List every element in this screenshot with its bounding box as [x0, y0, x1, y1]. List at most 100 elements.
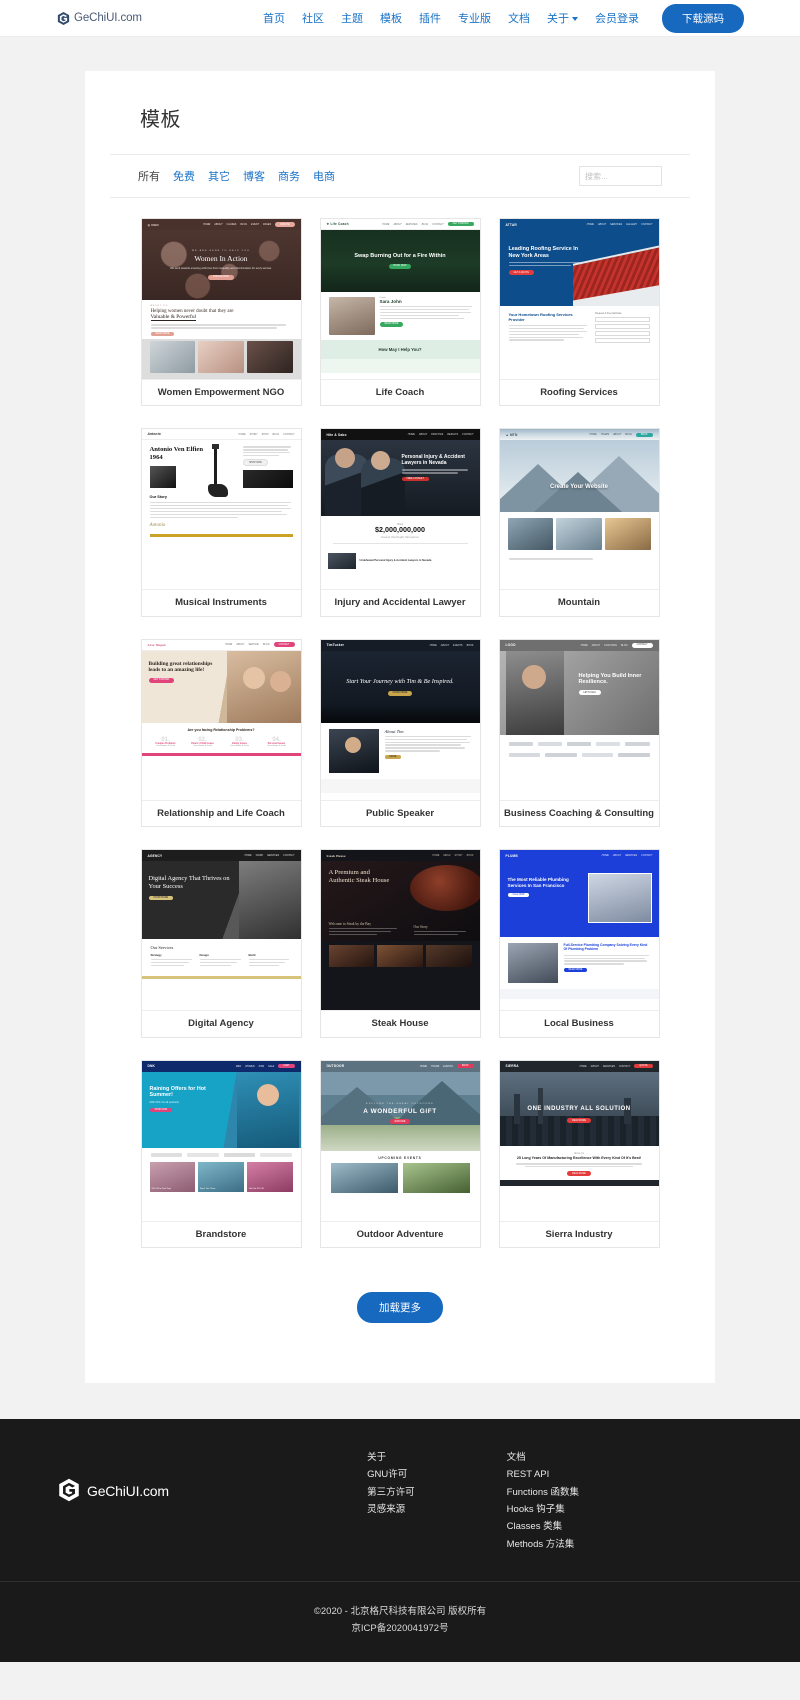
thumb-hero-title: Swap Burning Out for a Fire Within: [354, 253, 446, 260]
template-card[interactable]: PLUMB HOME ABOUT SERVICES CONTACT The Most …: [498, 849, 660, 1038]
load-more-button[interactable]: 加载更多: [357, 1291, 443, 1323]
filter-blog[interactable]: 博客: [243, 168, 265, 184]
template-thumbnail: Hite & Sabo HOME ABOUT PRACTICE RESULTS CONT…: [320, 429, 480, 590]
template-card[interactable]: Steak House HOME MENU STORY BOOK A Premium …: [319, 849, 481, 1038]
template-thumbnail: SIERRA HOME ABOUT SERVICES CONTACT QUOTE ON…: [499, 1060, 659, 1221]
template-thumbnail: ❋ Life Coach HOME ABOUT SERVICES BLOG CONTAC…: [320, 219, 480, 379]
thumb-logo: TimTucker: [326, 643, 345, 648]
template-title: Injury and Accidental Lawyer: [320, 589, 480, 616]
template-title: Outdoor Adventure: [320, 1220, 480, 1247]
thumb-card-label: Buy 1 Get 1 Free: [200, 1187, 216, 1190]
thumb-person-name: Sara John: [379, 299, 402, 304]
thumb-hero-cta: EXPLORE: [389, 1119, 411, 1124]
thumb-section-title: Our Services: [150, 945, 174, 951]
template-card[interactable]: ❋ Life Coach HOME ABOUT SERVICES BLOG CONTAC…: [319, 218, 481, 407]
template-title: Public Speaker: [320, 799, 480, 827]
template-card[interactable]: ▲ MTN HOME TOURS ABOUT BLOG BOOK Create You…: [498, 428, 660, 617]
template-card[interactable]: ◍ NGO HOME ABOUT CAUSES BLOG EVENT PAGES DONA…: [140, 218, 302, 407]
thumb-step-sub: Consultation & Guide: [230, 744, 249, 747]
nav-item-pro[interactable]: 专业版: [458, 10, 491, 26]
footer-logo[interactable]: GeChiUI.com: [56, 1452, 169, 1506]
template-card[interactable]: Hite & Sabo HOME ABOUT PRACTICE RESULTS CONT…: [319, 428, 481, 617]
site-header: GeChiUI.com 首页 社区 主题 模板 插件 专业版 文档 关于 会员登…: [0, 0, 800, 37]
footer-link-docs[interactable]: 文档: [507, 1452, 579, 1465]
template-thumbnail: ATTAR HOME ABOUT SERVICES GALLERY CONTACT Le…: [499, 219, 659, 379]
thumb-hero-cta: KNOW MORE: [148, 895, 174, 901]
template-card[interactable]: Antonio HOME STORY SHOP BLOG CONTACT Antonio…: [140, 428, 302, 617]
thumb-hero-title: Helping You Build Inner Resilience.: [578, 672, 642, 686]
template-card[interactable]: DNK MEN WOMEN KIDS SALE CART Raining Offers…: [140, 1059, 302, 1248]
template-thumbnail: Love Wagon HOME ABOUT SERVICE BLOG CONTACT …: [141, 639, 301, 800]
template-thumbnail: ◍ NGO HOME ABOUT CAUSES BLOG EVENT PAGES DONA…: [141, 219, 301, 379]
filter-list: 所有 免费 其它 博客 商务 电商: [138, 168, 335, 184]
filter-all[interactable]: 所有: [138, 168, 160, 184]
nav-item-themes[interactable]: 主题: [341, 10, 363, 26]
download-source-button[interactable]: 下载源码: [662, 3, 744, 33]
thumb-step-sub: Consultation & Guide: [267, 744, 286, 747]
thumb-hero-cta: KNOW MORE: [387, 690, 413, 696]
template-title: Digital Agency: [141, 1010, 301, 1037]
footer-link-about[interactable]: 关于: [367, 1452, 415, 1465]
template-card[interactable]: ATTAR HOME ABOUT SERVICES GALLERY CONTACT Le…: [498, 218, 660, 407]
template-title: Business Coaching & Consulting: [499, 799, 659, 827]
thumb-hero-title: ONE INDUSTRY ALL SOLUTION: [527, 1106, 631, 1113]
filter-free[interactable]: 免费: [173, 168, 195, 184]
filter-ecommerce[interactable]: 电商: [313, 168, 335, 184]
copyright-text: ©2020 - 北京格尺科技有限公司 版权所有: [313, 1606, 487, 1618]
thumb-hero-kicker: EXPLORE THE GREAT OUTDOORS: [366, 1103, 434, 1106]
template-card[interactable]: LOGO HOME ABOUT COACHING BLOG CONTACT Helpi…: [498, 638, 660, 828]
template-thumbnail: PLUMB HOME ABOUT SERVICES CONTACT The Most …: [499, 850, 659, 1011]
nav-item-home[interactable]: 首页: [263, 10, 285, 26]
footer-link-third-party-license[interactable]: 第三方许可: [367, 1487, 415, 1500]
footer-link-rest-api[interactable]: REST API: [507, 1469, 579, 1482]
footer-link-gnu-license[interactable]: GNU许可: [367, 1469, 415, 1482]
thumb-logo: DNK: [147, 1064, 156, 1069]
thumb-hero-cta: BOOK NOW: [388, 263, 412, 269]
nav-item-community[interactable]: 社区: [302, 10, 324, 26]
footer-link-classes[interactable]: Classes 类集: [507, 1521, 579, 1534]
thumb-section-cta: READ MORE: [567, 1171, 591, 1177]
icp-license[interactable]: 京ICP备2020041972号: [0, 1621, 800, 1638]
footer-link-methods[interactable]: Methods 方法集: [507, 1539, 579, 1552]
nav-item-docs[interactable]: 文档: [508, 10, 530, 26]
footer-link-functions[interactable]: Functions 函数集: [507, 1487, 579, 1500]
thumb-service: Design: [199, 953, 209, 958]
nav-item-about[interactable]: 关于: [547, 10, 578, 26]
thumb-hero-title: Raining Offers for Hot Summer!: [149, 1085, 206, 1099]
site-logo[interactable]: GeChiUI.com: [56, 11, 142, 26]
template-title: Brandstore: [141, 1220, 301, 1247]
template-thumbnail: TimTucker HOME ABOUT EVENTS BOOK Start Your…: [320, 639, 480, 800]
template-card[interactable]: Love Wagon HOME ABOUT SERVICE BLOG CONTACT …: [140, 638, 302, 828]
thumb-section-title: Are you facing Relationship Problems?: [187, 727, 255, 732]
footer-link-hooks[interactable]: Hooks 钩子集: [507, 1504, 579, 1517]
thumb-section-title: Your Hometown Roofing Services Provider: [508, 312, 573, 322]
thumb-hero-title: The Most Reliable Plumbing Services In S…: [507, 877, 569, 888]
search-input[interactable]: [579, 166, 662, 186]
thumb-card-label: Get Flat 15% Off: [248, 1187, 264, 1190]
thumb-footer-text: Undefeated Personal Injury & Accident La…: [359, 558, 432, 562]
filter-other[interactable]: 其它: [208, 168, 230, 184]
templates-page: 模板 所有 免费 其它 博客 商务 电商 ◍ NGO: [85, 71, 715, 1383]
template-title: Relationship and Life Coach: [141, 799, 301, 827]
template-card[interactable]: OUTDOOR HOME TOURS EVENTS BOOK EXPLORE THE…: [319, 1059, 481, 1248]
footer-columns: 关于 GNU许可 第三方许可 灵感来源 文档 REST API Function…: [367, 1452, 744, 1551]
template-card[interactable]: TimTucker HOME ABOUT EVENTS BOOK Start Your…: [319, 638, 481, 828]
nav-item-member-login[interactable]: 会员登录: [595, 10, 639, 26]
thumb-service: Strategy: [150, 953, 162, 958]
page-background: 模板 所有 免费 其它 博客 商务 电商 ◍ NGO: [0, 37, 800, 1419]
thumb-section-title: Welcome to Steak by the Bay: [328, 922, 372, 927]
footer-link-inspiration[interactable]: 灵感来源: [367, 1504, 415, 1517]
template-card[interactable]: AGENCY HOME WORK SERVICES CONTACT Digital A…: [140, 849, 302, 1038]
nav-item-about-label: 关于: [547, 13, 569, 25]
template-title: Musical Instruments: [141, 589, 301, 616]
template-thumbnail: DNK MEN WOMEN KIDS SALE CART Raining Offers…: [141, 1060, 301, 1221]
footer-bottom: ©2020 - 北京格尺科技有限公司 版权所有 京ICP备2020041972号: [0, 1581, 800, 1662]
template-card[interactable]: SIERRA HOME ABOUT SERVICES CONTACT QUOTE ON…: [498, 1059, 660, 1248]
filter-business[interactable]: 商务: [278, 168, 300, 184]
thumb-logo: Love Wagon: [147, 642, 166, 647]
template-thumbnail: LOGO HOME ABOUT COACHING BLOG CONTACT Helpi…: [499, 639, 659, 800]
nav-item-templates[interactable]: 模板: [380, 10, 402, 26]
thumb-stat-value: $2,000,000,000: [375, 525, 425, 535]
nav-item-plugins[interactable]: 插件: [419, 10, 441, 26]
thumb-body-kicker: ABOUT US: [150, 305, 169, 307]
